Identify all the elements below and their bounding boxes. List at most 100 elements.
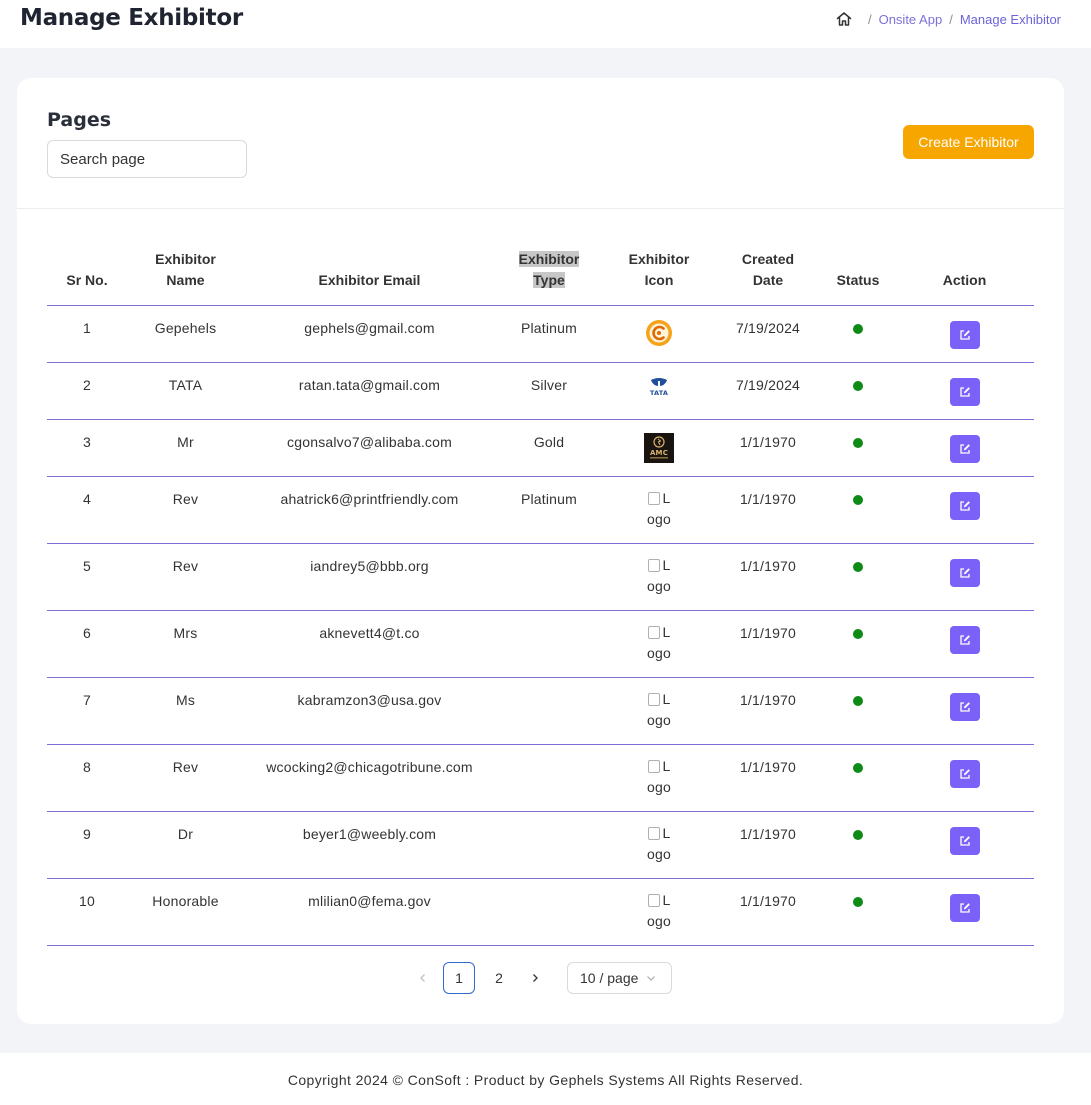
broken-image-icon: Logo <box>647 690 671 728</box>
cell-action <box>895 744 1034 812</box>
breadcrumb-separator: / <box>949 11 953 27</box>
header-created-date[interactable]: Created Date <box>715 241 821 306</box>
card-header: Pages Create Exhibitor <box>17 78 1064 209</box>
cell-created-date: 7/19/2024 <box>715 362 821 420</box>
cell-name: Rev <box>127 476 244 544</box>
edit-button[interactable] <box>949 759 980 788</box>
cell-sr-no: 7 <box>47 677 127 745</box>
status-active-dot <box>853 561 863 572</box>
cell-status <box>821 543 895 611</box>
home-icon[interactable] <box>835 10 853 28</box>
cell-sr-no: 1 <box>47 305 127 363</box>
broken-image-icon: Logo <box>647 556 671 594</box>
page-title: Manage Exhibitor <box>20 5 243 31</box>
cell-sr-no: 9 <box>47 811 127 879</box>
svg-text:TATA: TATA <box>650 389 668 397</box>
create-exhibitor-button[interactable]: Create Exhibitor <box>903 125 1034 159</box>
cell-sr-no: 2 <box>47 362 127 420</box>
table-header-row: Sr No. Exhibitor Name Exhibitor Email Exh… <box>47 241 1034 306</box>
cell-status <box>821 677 895 745</box>
cell-type <box>495 744 603 812</box>
card-title: Pages <box>47 109 112 131</box>
header-exhibitor-type[interactable]: Exhibitor Type <box>495 241 603 306</box>
chevron-left-icon[interactable] <box>407 962 439 994</box>
cell-type <box>495 543 603 611</box>
status-active-dot <box>853 323 863 334</box>
footer-copyright: Copyright 2024 © ConSoft : Product by Ge… <box>287 1072 804 1088</box>
edit-icon <box>959 567 970 578</box>
header-status[interactable]: Status <box>821 241 895 306</box>
cell-icon: Logo <box>603 878 715 946</box>
cell-created-date: 1/1/1970 <box>715 744 821 812</box>
chevron-down-icon <box>646 970 656 986</box>
edit-button[interactable] <box>949 893 980 922</box>
table-row: 4 Rev ahatrick6@printfriendly.com Platin… <box>47 476 1034 544</box>
edit-icon <box>959 902 970 913</box>
edit-button[interactable] <box>949 377 980 406</box>
footer: Copyright 2024 © ConSoft : Product by Ge… <box>0 1053 1091 1105</box>
page-size-label: 10 / page <box>580 970 639 986</box>
cell-icon: AMC <box>603 419 715 477</box>
cell-sr-no: 8 <box>47 744 127 812</box>
cell-status <box>821 744 895 812</box>
cell-email: ahatrick6@printfriendly.com <box>244 476 495 544</box>
cell-type: Platinum <box>495 476 603 544</box>
edit-button[interactable] <box>949 692 980 721</box>
cell-sr-no: 6 <box>47 610 127 678</box>
status-active-dot <box>853 829 863 840</box>
cell-action <box>895 543 1034 611</box>
cell-icon: Logo <box>603 543 715 611</box>
exhibitor-card: Pages Create Exhibitor Sr No. ExhibitorN… <box>17 78 1064 1024</box>
page-2-button[interactable]: 2 <box>483 962 515 994</box>
svg-text:AMC: AMC <box>650 449 668 457</box>
cell-name: Rev <box>127 744 244 812</box>
edit-button[interactable] <box>949 826 980 855</box>
table-row: 5 Rev iandrey5@bbb.org Logo 1/1/1970 <box>47 543 1034 611</box>
cell-type: Gold <box>495 419 603 477</box>
cell-status <box>821 878 895 946</box>
header-exhibitor-email[interactable]: Exhibitor Email <box>244 241 495 306</box>
cell-action <box>895 419 1034 477</box>
cell-type: Silver <box>495 362 603 420</box>
amc-logo-icon: AMC <box>644 432 674 466</box>
table-row: 2 TATA ratan.tata@gmail.com Silver TATA … <box>47 362 1034 420</box>
cell-icon: Logo <box>603 476 715 544</box>
cell-status <box>821 610 895 678</box>
edit-button[interactable] <box>949 434 980 463</box>
status-active-dot <box>853 762 863 773</box>
cell-created-date: 1/1/1970 <box>715 878 821 946</box>
cell-created-date: 1/1/1970 <box>715 543 821 611</box>
cell-email: cgonsalvo7@alibaba.com <box>244 419 495 477</box>
cell-sr-no: 4 <box>47 476 127 544</box>
cell-action <box>895 811 1034 879</box>
broken-image-icon: Logo <box>647 824 671 862</box>
edit-button[interactable] <box>949 491 980 520</box>
table-row: 6 Mrs aknevett4@t.co Logo 1/1/1970 <box>47 610 1034 678</box>
cell-icon: Logo <box>603 744 715 812</box>
tata-logo-icon: TATA <box>645 376 673 403</box>
broken-image-icon: Logo <box>647 891 671 929</box>
page-1-button[interactable]: 1 <box>443 962 475 994</box>
edit-button[interactable] <box>949 558 980 587</box>
status-active-dot <box>853 896 863 907</box>
cell-icon <box>603 305 715 363</box>
header-exhibitor-name[interactable]: Exhibitor Name <box>127 241 244 306</box>
breadcrumb-onsite-app[interactable]: Onsite App <box>879 12 943 27</box>
status-active-dot <box>853 380 863 391</box>
cell-action <box>895 362 1034 420</box>
edit-button[interactable] <box>949 625 980 654</box>
page-size-select[interactable]: 10 / page <box>567 962 672 994</box>
cell-created-date: 1/1/1970 <box>715 419 821 477</box>
broken-image-icon: Logo <box>647 757 671 795</box>
search-input[interactable] <box>47 140 247 178</box>
edit-button[interactable] <box>949 320 980 349</box>
cell-sr-no: 5 <box>47 543 127 611</box>
header-sr-no[interactable]: Sr No. <box>47 241 127 306</box>
cell-type <box>495 677 603 745</box>
header-exhibitor-icon[interactable]: Exhibitor Icon <box>603 241 715 306</box>
chevron-right-icon[interactable] <box>519 962 551 994</box>
cell-icon: TATA <box>603 362 715 420</box>
cell-status <box>821 419 895 477</box>
edit-icon <box>959 634 970 645</box>
edit-icon <box>959 768 970 779</box>
